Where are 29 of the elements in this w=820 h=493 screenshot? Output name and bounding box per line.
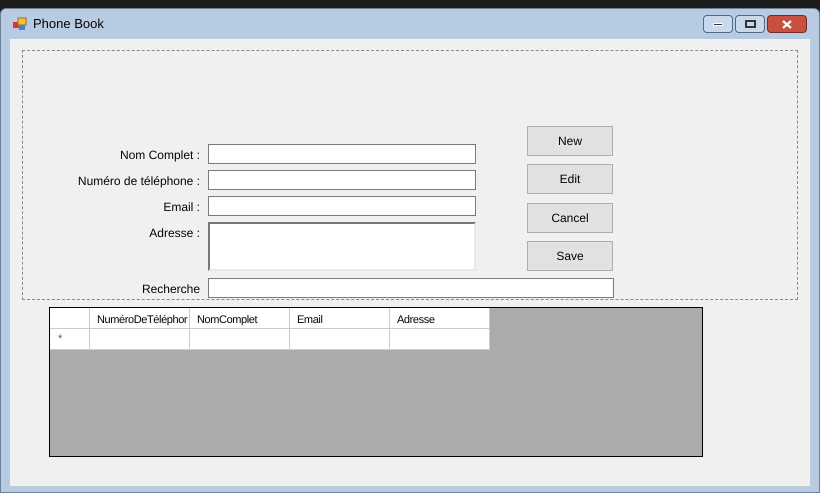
field-label: Adresse : xyxy=(149,225,200,242)
action-button[interactable]: Cancel xyxy=(527,203,613,233)
input-field[interactable] xyxy=(208,144,476,164)
search-field[interactable] xyxy=(208,278,614,298)
field-label: Nom Complet : xyxy=(120,147,200,164)
app-icon xyxy=(13,17,27,31)
input-field[interactable] xyxy=(208,196,476,216)
maximize-button[interactable] xyxy=(735,15,765,33)
action-button[interactable]: Edit xyxy=(527,164,613,194)
table-cell[interactable] xyxy=(390,329,490,350)
table-cell[interactable] xyxy=(290,329,390,350)
window-title: Phone Book xyxy=(33,15,104,34)
column-header[interactable]: NomComplet xyxy=(190,308,290,329)
action-button[interactable]: Save xyxy=(527,241,613,271)
address-field[interactable] xyxy=(208,222,476,271)
field-label: Numéro de téléphone : xyxy=(78,173,200,190)
table-cell[interactable] xyxy=(190,329,290,350)
input-field[interactable] xyxy=(208,170,476,190)
column-header[interactable]: Adresse xyxy=(390,308,490,329)
table-cell[interactable] xyxy=(90,329,190,350)
column-header[interactable]: Email xyxy=(290,308,390,329)
close-button[interactable] xyxy=(767,15,807,33)
close-icon xyxy=(782,20,792,28)
search-label: Recherche xyxy=(142,281,200,298)
action-button[interactable]: New xyxy=(527,126,613,156)
field-label: Email : xyxy=(163,199,200,216)
column-header[interactable]: NuméroDeTéléphor xyxy=(90,308,190,329)
minimize-button[interactable] xyxy=(703,15,733,33)
new-row-marker: * xyxy=(58,332,62,347)
